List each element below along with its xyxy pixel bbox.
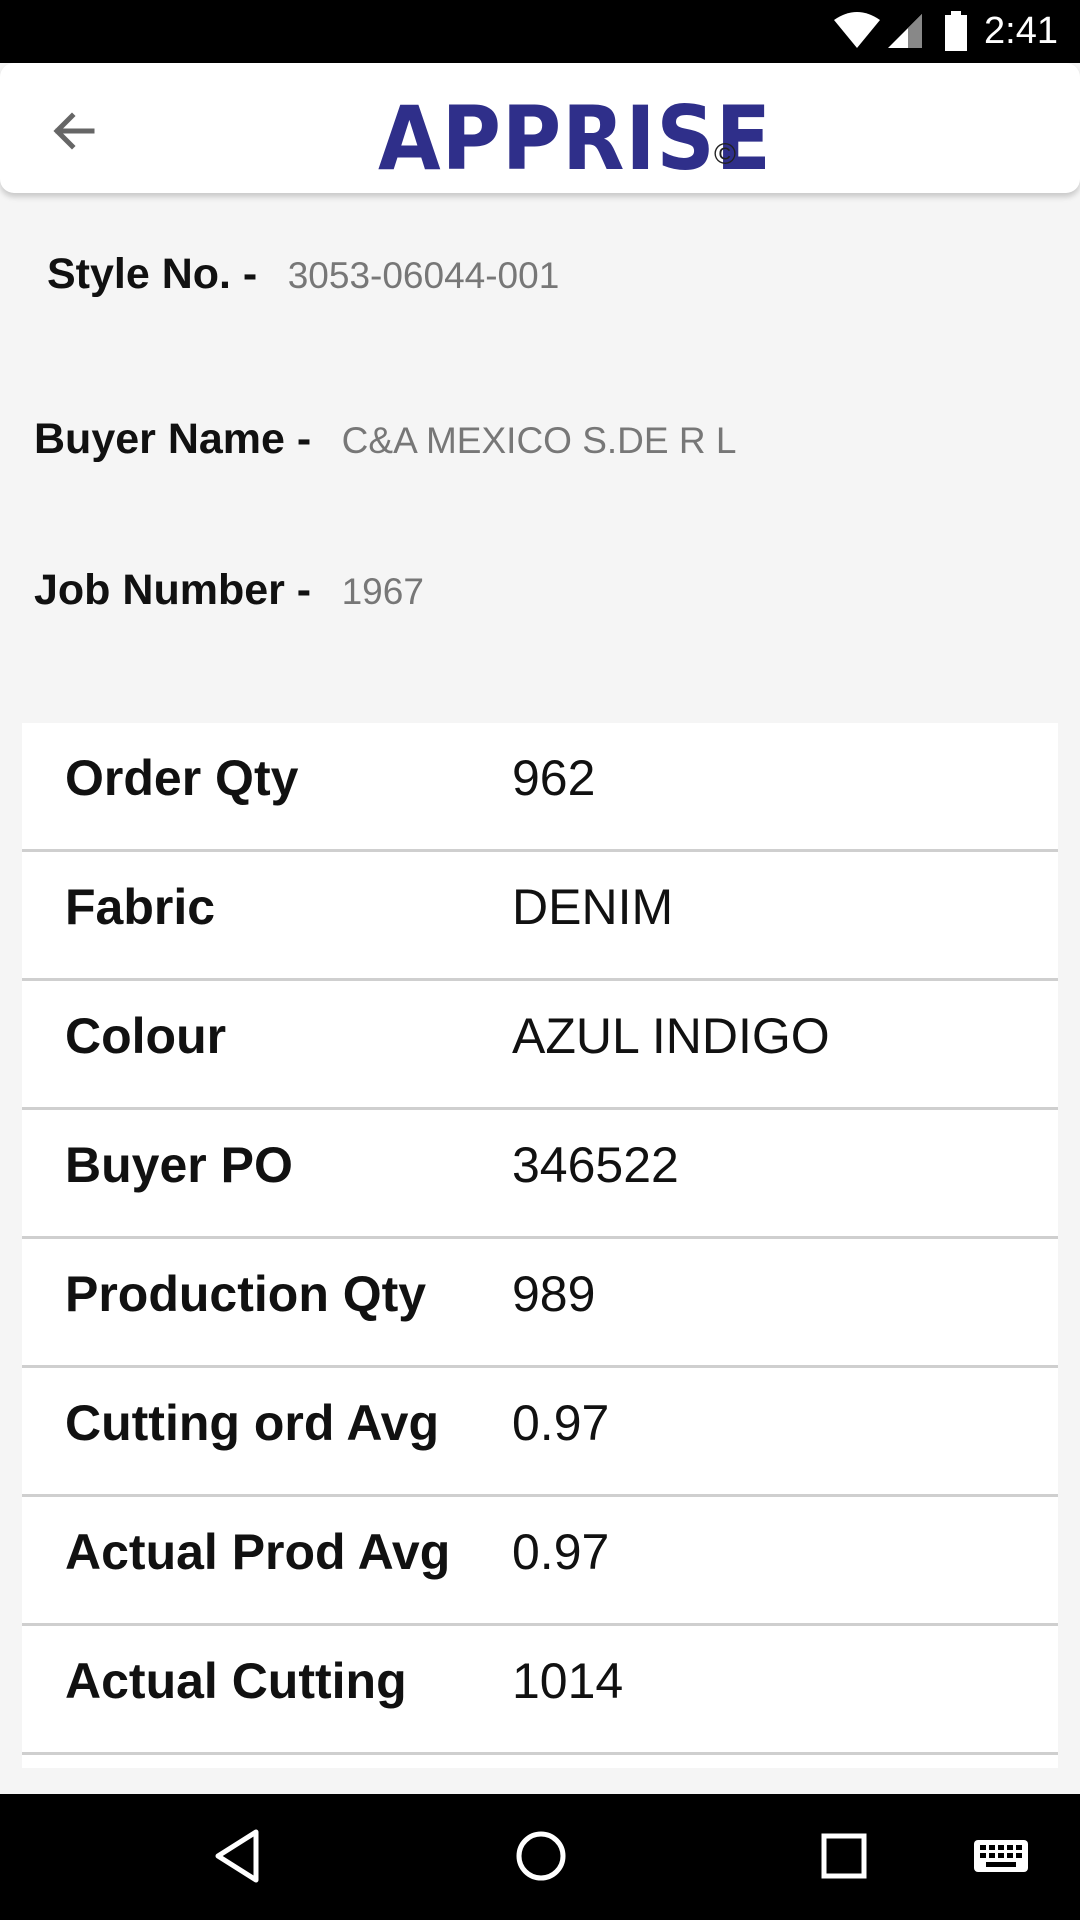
row-label: Fabric xyxy=(65,879,216,935)
job-number-label: Job Number - xyxy=(34,566,312,614)
clock: 2:41 xyxy=(984,10,1058,52)
navigation-bar xyxy=(0,1794,1080,1920)
row-value: 0.97 xyxy=(512,1524,610,1580)
row-value: 962 xyxy=(512,750,596,806)
row-label: Colour xyxy=(65,1008,227,1064)
table-row: Actual Cutting 1014 xyxy=(22,1626,1058,1755)
row-label: Production Qty xyxy=(65,1266,427,1322)
back-triangle-icon[interactable] xyxy=(212,1826,262,1886)
row-label: Actual Prod Avg xyxy=(65,1524,451,1580)
home-circle-icon[interactable] xyxy=(514,1826,568,1886)
buyer-name-label: Buyer Name - xyxy=(34,415,312,463)
row-value: 0.97 xyxy=(512,1395,610,1451)
table-row: Colour AZUL INDIGO xyxy=(22,981,1058,1110)
table-row: Production Qty 989 xyxy=(22,1239,1058,1368)
app-bar: APPRISE © xyxy=(0,63,1080,193)
signal-icon xyxy=(888,14,922,48)
status-bar: 2:41 xyxy=(0,0,1080,63)
row-label: Order Qty xyxy=(65,750,299,806)
wifi-icon xyxy=(834,12,880,48)
copyright-icon: © xyxy=(714,138,737,171)
table-row: Cutting ord Avg 0.97 xyxy=(22,1368,1058,1497)
row-label: Cutting ord Avg xyxy=(65,1395,439,1451)
job-number-value: 1967 xyxy=(341,571,424,612)
details-table: Order Qty 962 Fabric DENIM Colour AZUL I… xyxy=(22,723,1058,1768)
row-value: 1014 xyxy=(512,1653,624,1709)
row-label: Buyer PO xyxy=(65,1137,293,1193)
row-value: DENIM xyxy=(512,879,674,935)
battery-icon xyxy=(945,11,967,51)
buyer-name-line: Buyer Name - C&A MEXICO S.DE R L xyxy=(34,415,736,464)
row-value: 346522 xyxy=(512,1137,679,1193)
arrow-left-icon[interactable] xyxy=(46,103,102,159)
job-number-line: Job Number - 1967 xyxy=(34,566,424,615)
style-number-value: 3053-06044-001 xyxy=(287,255,560,296)
logo-text: APPRISE xyxy=(378,87,772,190)
keyboard-icon[interactable] xyxy=(972,1826,1030,1886)
recents-square-icon[interactable] xyxy=(818,1826,868,1886)
row-label: Actual Cutting xyxy=(65,1653,407,1709)
app-logo: APPRISE xyxy=(378,89,771,189)
table-row: Buyer PO 346522 xyxy=(22,1110,1058,1239)
style-number-label: Style No. - xyxy=(47,250,258,298)
row-value: AZUL INDIGO xyxy=(512,1008,830,1064)
buyer-name-value: C&A MEXICO S.DE R L xyxy=(341,420,737,461)
table-row: Fabric DENIM xyxy=(22,852,1058,981)
style-number-line: Style No. - 3053-06044-001 xyxy=(47,250,559,299)
table-row: Actual Prod Avg 0.97 xyxy=(22,1497,1058,1626)
table-row: Order Qty 962 xyxy=(22,723,1058,852)
row-value: 989 xyxy=(512,1266,596,1322)
